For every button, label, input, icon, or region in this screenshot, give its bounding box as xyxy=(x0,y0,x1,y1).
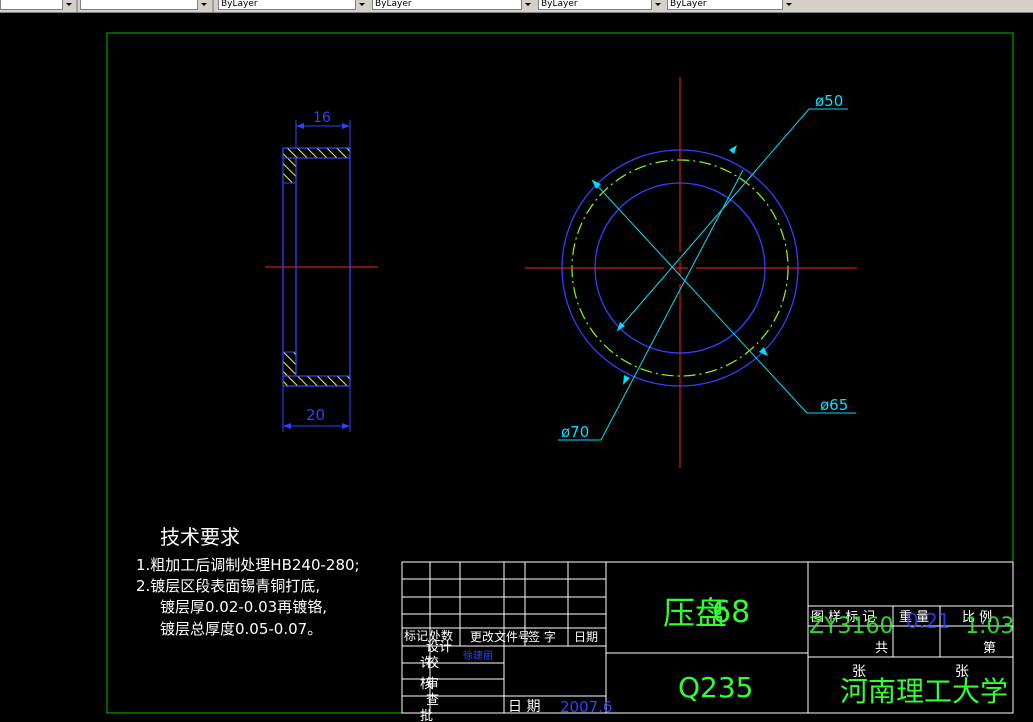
chevron-down-icon[interactable] xyxy=(782,0,794,10)
date-label: 日 期 xyxy=(508,699,540,715)
row-check: 核 xyxy=(420,677,433,692)
drawing-code: ZY3160 xyxy=(809,614,894,639)
notes-heading: 技术要求 xyxy=(160,525,240,549)
designer-name: 徐建丽 xyxy=(463,649,493,662)
notes-line-4: 镀层总厚度0.05-0.07。 xyxy=(160,620,322,638)
lineweight-dropdown[interactable]: ByLayer xyxy=(538,0,662,10)
toolbar-separator xyxy=(76,0,78,12)
part-number: 68 xyxy=(712,595,750,630)
style-dropdown[interactable] xyxy=(80,0,208,10)
toolbar-separator xyxy=(212,0,214,12)
chevron-down-icon[interactable] xyxy=(355,0,367,10)
drawing-canvas[interactable]: 16 20 ø50 ø65 ø70 技术要求 1.粗加工后调制处理HB240-2… xyxy=(0,12,1033,722)
scale-value: 1:03 xyxy=(965,614,1014,639)
chevron-down-icon[interactable] xyxy=(62,0,74,10)
notes-line-3: 镀层厚0.02-0.03再镀铬, xyxy=(160,598,327,616)
date-value: 2007.6 xyxy=(560,698,613,716)
linetype-dropdown[interactable]: ByLayer xyxy=(372,0,532,10)
layer-dropdown[interactable] xyxy=(0,0,70,10)
weight-value: 0.21 xyxy=(906,609,951,633)
diameter-65-label: ø65 xyxy=(820,396,848,414)
dimension-16: 16 xyxy=(313,110,331,126)
plotstyle-dropdown[interactable]: ByLayer xyxy=(667,0,793,10)
zhang-label-2: 张 xyxy=(955,664,969,680)
hdr-change-doc: 更改文件号 xyxy=(470,629,530,644)
hdr-sign: 签 字 xyxy=(528,629,556,644)
color-dropdown[interactable]: ByLayer xyxy=(218,0,366,10)
row-design: 设计 xyxy=(426,640,452,655)
zhang-label-1: 张 xyxy=(852,664,866,680)
row-approve: 批 xyxy=(420,709,433,722)
row-audit: 查 xyxy=(426,693,439,708)
hdr-mark: 标记 xyxy=(404,629,428,643)
hdr-date: 日期 xyxy=(574,630,598,644)
dimension-20: 20 xyxy=(306,406,325,424)
side-view xyxy=(265,120,378,432)
row-drafter: 许 xyxy=(420,656,433,671)
front-view xyxy=(525,77,857,468)
chevron-down-icon[interactable] xyxy=(651,0,663,10)
chevron-down-icon[interactable] xyxy=(197,0,209,10)
material: Q235 xyxy=(678,671,753,704)
total-label: 共 xyxy=(875,641,888,656)
notes-line-1: 1.粗加工后调制处理HB240-280; xyxy=(136,556,360,574)
diameter-70-label: ø70 xyxy=(561,423,589,441)
sheet-label: 第 xyxy=(983,641,996,656)
chevron-down-icon[interactable] xyxy=(521,0,533,10)
diameter-50-label: ø50 xyxy=(815,92,843,110)
notes-line-2: 2.镀层区段表面锡青铜打底, xyxy=(136,577,320,595)
